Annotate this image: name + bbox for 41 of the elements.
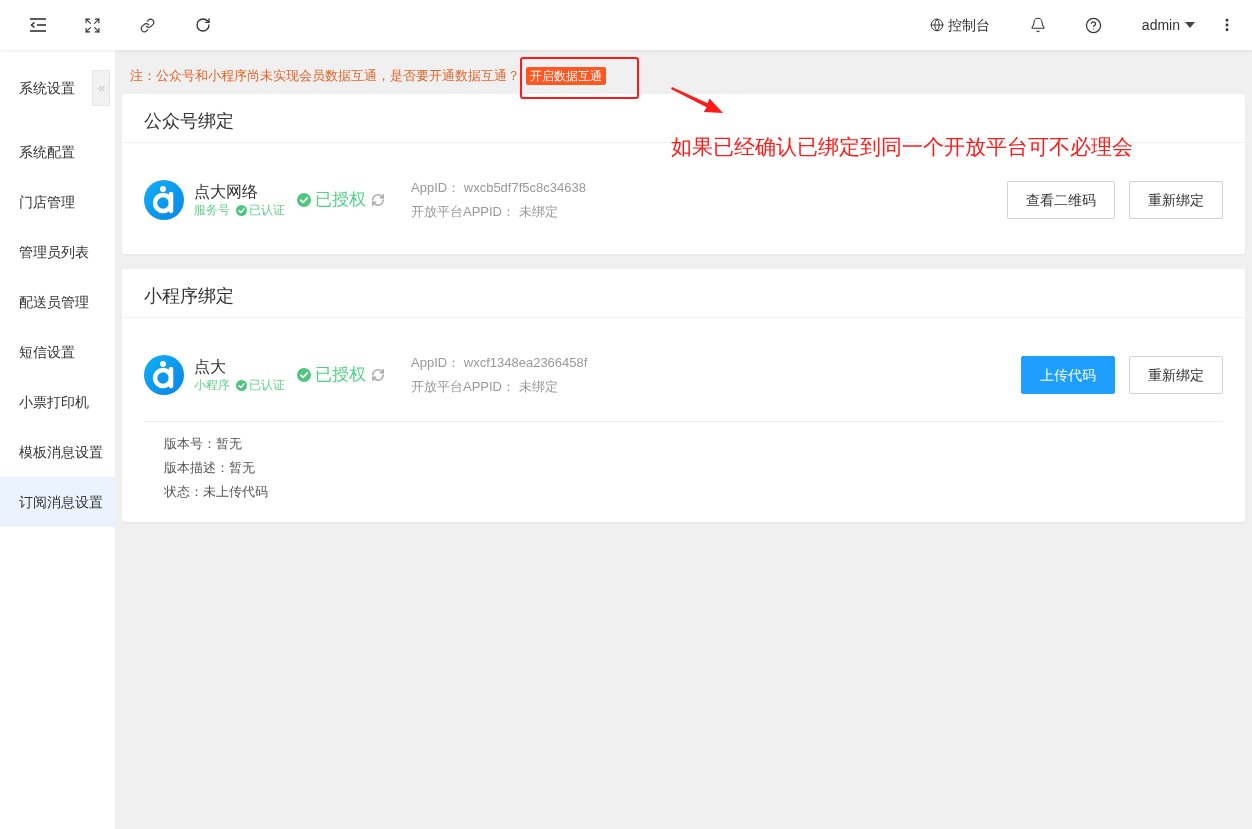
action-button[interactable]: 重新绑定 xyxy=(1129,356,1223,394)
help-icon[interactable] xyxy=(1085,16,1103,34)
card-title: 小程序绑定 xyxy=(144,284,234,308)
authorized-check-icon xyxy=(297,368,311,382)
version-info-text: 状态：未上传代码 xyxy=(164,483,269,501)
app-id-text: 开放平台APPID： 未绑定 xyxy=(411,203,559,221)
authorized-status: 已授权 xyxy=(315,364,366,387)
logo-icon xyxy=(144,180,184,220)
action-button[interactable]: 重新绑定 xyxy=(1129,181,1223,219)
sidebar-item[interactable]: 订阅消息设置 xyxy=(0,477,115,527)
menu-collapse-icon[interactable] xyxy=(29,18,46,32)
authorized-check-icon xyxy=(297,193,311,207)
verified-check-icon xyxy=(236,204,247,216)
account-name: 点大 xyxy=(194,357,227,377)
logo-icon xyxy=(144,355,184,395)
caret-down-icon xyxy=(1185,22,1195,28)
sidebar-title: 系统设置 xyxy=(18,78,75,98)
notice-text: 注：公众号和小程序尚未实现会员数据互通，是否要开通数据互通？ xyxy=(130,67,520,86)
globe-icon xyxy=(929,18,944,32)
card-title: 公众号绑定 xyxy=(144,109,234,133)
account-name: 点大网络 xyxy=(194,182,259,202)
console-link[interactable]: 控制台 xyxy=(929,14,1010,36)
verified-label: 已认证 xyxy=(249,202,285,218)
verified-check-icon xyxy=(236,379,247,391)
account-type-label: 服务号 xyxy=(194,202,230,218)
app-id-text: 开放平台APPID： 未绑定 xyxy=(411,378,559,396)
user-menu[interactable]: admin xyxy=(1121,14,1201,36)
link-icon[interactable] xyxy=(140,17,155,33)
fullscreen-icon[interactable] xyxy=(84,16,101,34)
refresh-icon[interactable] xyxy=(194,17,211,33)
app-id-text: AppID： wxcb5df7f5c8c34638 xyxy=(411,179,586,197)
version-info-text: 版本描述：暂无 xyxy=(164,459,256,477)
app-id-text: AppID： wxcf1348ea2366458f xyxy=(411,354,588,372)
annotation-text: 如果已经确认已绑定到同一个开放平台可不必理会 xyxy=(671,134,1133,160)
verified-label: 已认证 xyxy=(249,377,285,393)
annotation-arrow xyxy=(671,85,723,114)
action-button[interactable]: 查看二维码 xyxy=(1007,181,1115,219)
account-type-label: 小程序 xyxy=(194,377,230,393)
bell-icon[interactable] xyxy=(1029,17,1046,33)
authorized-status: 已授权 xyxy=(315,189,366,212)
version-info-text: 版本号：暂无 xyxy=(164,435,243,453)
